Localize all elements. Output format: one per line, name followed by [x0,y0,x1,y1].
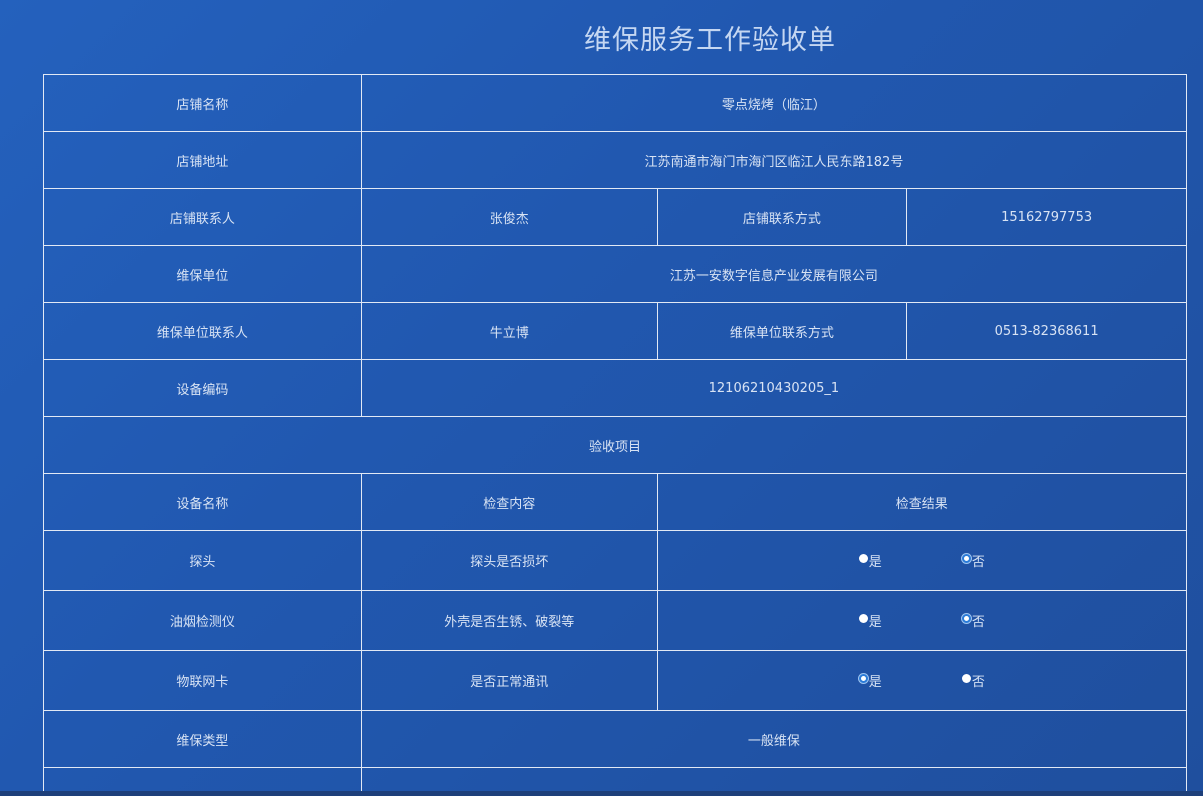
radio-no[interactable]: 否 [961,611,985,630]
radio-no[interactable]: 否 [961,551,985,570]
acceptance-form-table: 店铺名称 零点烧烤（临江） 店铺地址 江苏南通市海门市海门区临江人民东路182号… [43,74,1188,796]
header-check-content: 检查内容 [360,473,658,531]
inspection-check-content: 是否正常通讯 [360,650,658,711]
shop-address-label: 店铺地址 [43,131,362,189]
radio-yes[interactable]: 是 [858,671,882,690]
row-shop-address: 店铺地址 江苏南通市海门市海门区临江人民东路182号 [43,131,1188,189]
shop-contact-label: 店铺联系人 [43,188,362,246]
radio-no-label: 否 [971,615,985,630]
header-device-name: 设备名称 [43,473,362,531]
radio-no[interactable]: 否 [961,671,985,690]
shop-contact-value: 张俊杰 [360,188,658,246]
inspection-section-title: 验收项目 [43,416,1187,474]
inspection-result-cell: 是 否 [656,590,1188,651]
radio-yes[interactable]: 是 [858,611,882,630]
row-shop-name: 店铺名称 零点烧烤（临江） [43,74,1188,132]
inspection-device-name: 油烟检测仪 [43,590,362,651]
row-shop-contact: 店铺联系人 张俊杰 店铺联系方式 15162797753 [43,188,1187,246]
bottom-bar [0,791,1203,796]
radio-no-icon[interactable] [961,614,971,623]
inspection-check-content: 探头是否损坏 [360,530,658,591]
page-title: 维保服务工作验收单 [584,25,836,56]
radio-no-label: 否 [971,555,985,570]
inspection-result-cell: 是 否 [656,530,1188,591]
row-maintenance-unit: 维保单位 江苏一安数字信息产业发展有限公司 [43,245,1188,303]
table-row: 物联网卡 是否正常通讯 是 否 [43,650,1188,711]
maintenance-phone-value: 0513-82368611 [906,302,1187,360]
device-code-value: 12106210430205_1 [360,359,1188,417]
shop-name-value: 零点烧烤（临江） [360,74,1188,132]
radio-no-label: 否 [971,675,985,690]
maintenance-contact-label: 维保单位联系人 [43,302,362,360]
row-maintenance-type: 维保类型 一般维保 [43,710,1188,768]
maintenance-phone-label: 维保单位联系方式 [656,302,908,360]
maintenance-unit-label: 维保单位 [43,245,362,303]
shop-phone-label: 店铺联系方式 [656,188,908,246]
radio-yes-icon[interactable] [858,674,868,683]
inspection-device-name: 探头 [43,530,362,591]
table-row: 探头 探头是否损坏 是 否 [43,530,1188,591]
radio-yes-label: 是 [868,615,882,630]
maintenance-contact-value: 牛立博 [360,302,658,360]
maintenance-type-value: 一般维保 [360,710,1188,768]
table-row: 油烟检测仪 外壳是否生锈、破裂等 是 否 [43,590,1188,651]
inspection-result-cell: 是 否 [656,650,1188,711]
row-maintenance-contact: 维保单位联系人 牛立博 维保单位联系方式 0513-82368611 [43,302,1187,360]
radio-no-icon[interactable] [961,554,971,563]
inspection-check-content: 外壳是否生锈、破裂等 [360,590,658,651]
device-code-label: 设备编码 [43,359,362,417]
shop-address-value: 江苏南通市海门市海门区临江人民东路182号 [360,131,1188,189]
maintenance-unit-value: 江苏一安数字信息产业发展有限公司 [360,245,1188,303]
shop-name-label: 店铺名称 [43,74,362,132]
header-check-result: 检查结果 [656,473,1188,531]
row-device-code: 设备编码 12106210430205_1 [43,359,1188,417]
radio-no-icon[interactable] [961,674,971,683]
radio-yes-label: 是 [868,555,882,570]
inspection-device-name: 物联网卡 [43,650,362,711]
shop-phone-value: 15162797753 [906,188,1187,246]
radio-yes-icon[interactable] [858,554,868,563]
radio-yes-icon[interactable] [858,614,868,623]
row-inspection-section: 验收项目 [43,416,1187,474]
maintenance-type-label: 维保类型 [43,710,362,768]
row-inspection-headers: 设备名称 检查内容 检查结果 [43,473,1188,531]
radio-yes[interactable]: 是 [858,551,882,570]
radio-yes-label: 是 [868,675,882,690]
